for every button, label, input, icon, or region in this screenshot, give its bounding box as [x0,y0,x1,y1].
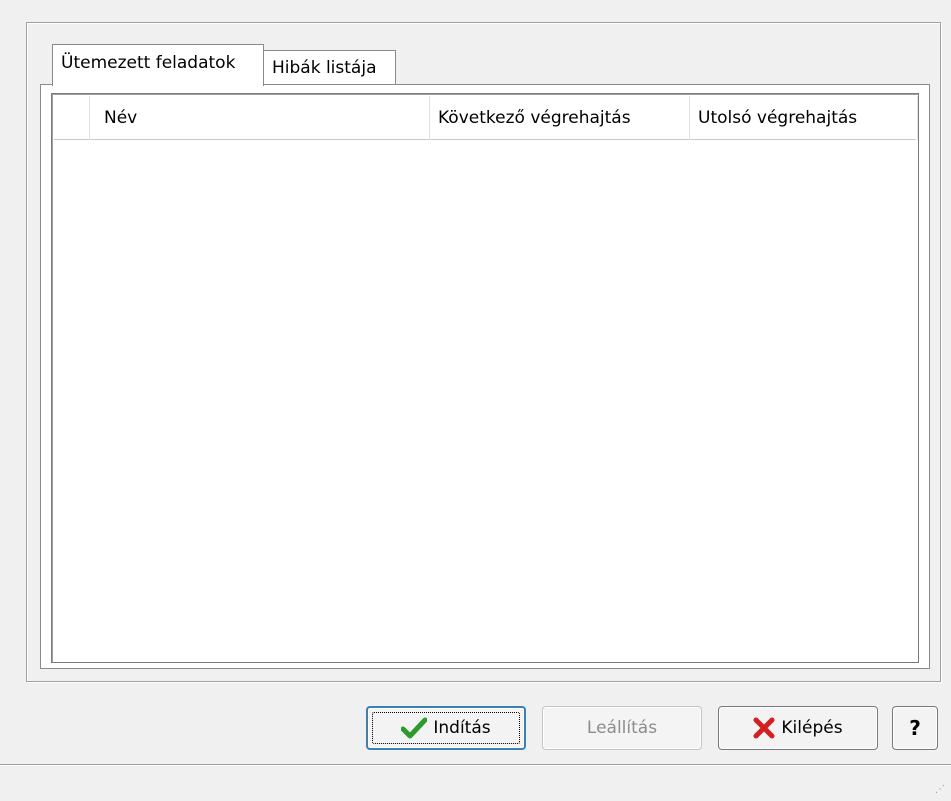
status-bar: ⋰ [0,764,951,801]
column-header-last-run[interactable]: Utolsó végrehajtás [690,96,918,140]
stop-button-label: Leállítás [586,718,658,738]
exit-button-label: Kilépés [781,718,843,738]
tab-error-list[interactable]: Hibák listája [264,50,396,86]
tab-error-list-label: Hibák listája [272,58,377,78]
help-button-label: ? [909,716,921,740]
start-button[interactable]: Indítás [366,706,526,750]
table-header: Név Következő végrehajtás Utolsó végreha… [54,96,918,140]
tab-scheduled-tasks[interactable]: Ütemezett feladatok [52,44,264,86]
column-header-name[interactable]: Név [90,96,430,140]
resize-grip-icon[interactable]: ⋰ [935,785,945,795]
close-x-icon [753,717,775,739]
column-header-next-run[interactable]: Következő végrehajtás [430,96,690,140]
focus-rectangle [372,712,520,744]
column-header-selector[interactable] [54,96,90,140]
tab-panel: Név Következő végrehajtás Utolsó végreha… [40,84,930,669]
tasks-table[interactable]: Név Következő végrehajtás Utolsó végreha… [51,93,919,663]
stop-button[interactable]: Leállítás [542,706,702,750]
tab-scheduled-tasks-label: Ütemezett feladatok [61,53,236,73]
exit-button[interactable]: Kilépés [718,706,878,750]
help-button[interactable]: ? [892,706,938,750]
scheduler-window: Ütemezett feladatok Hibák listája Név Kö… [0,0,951,801]
